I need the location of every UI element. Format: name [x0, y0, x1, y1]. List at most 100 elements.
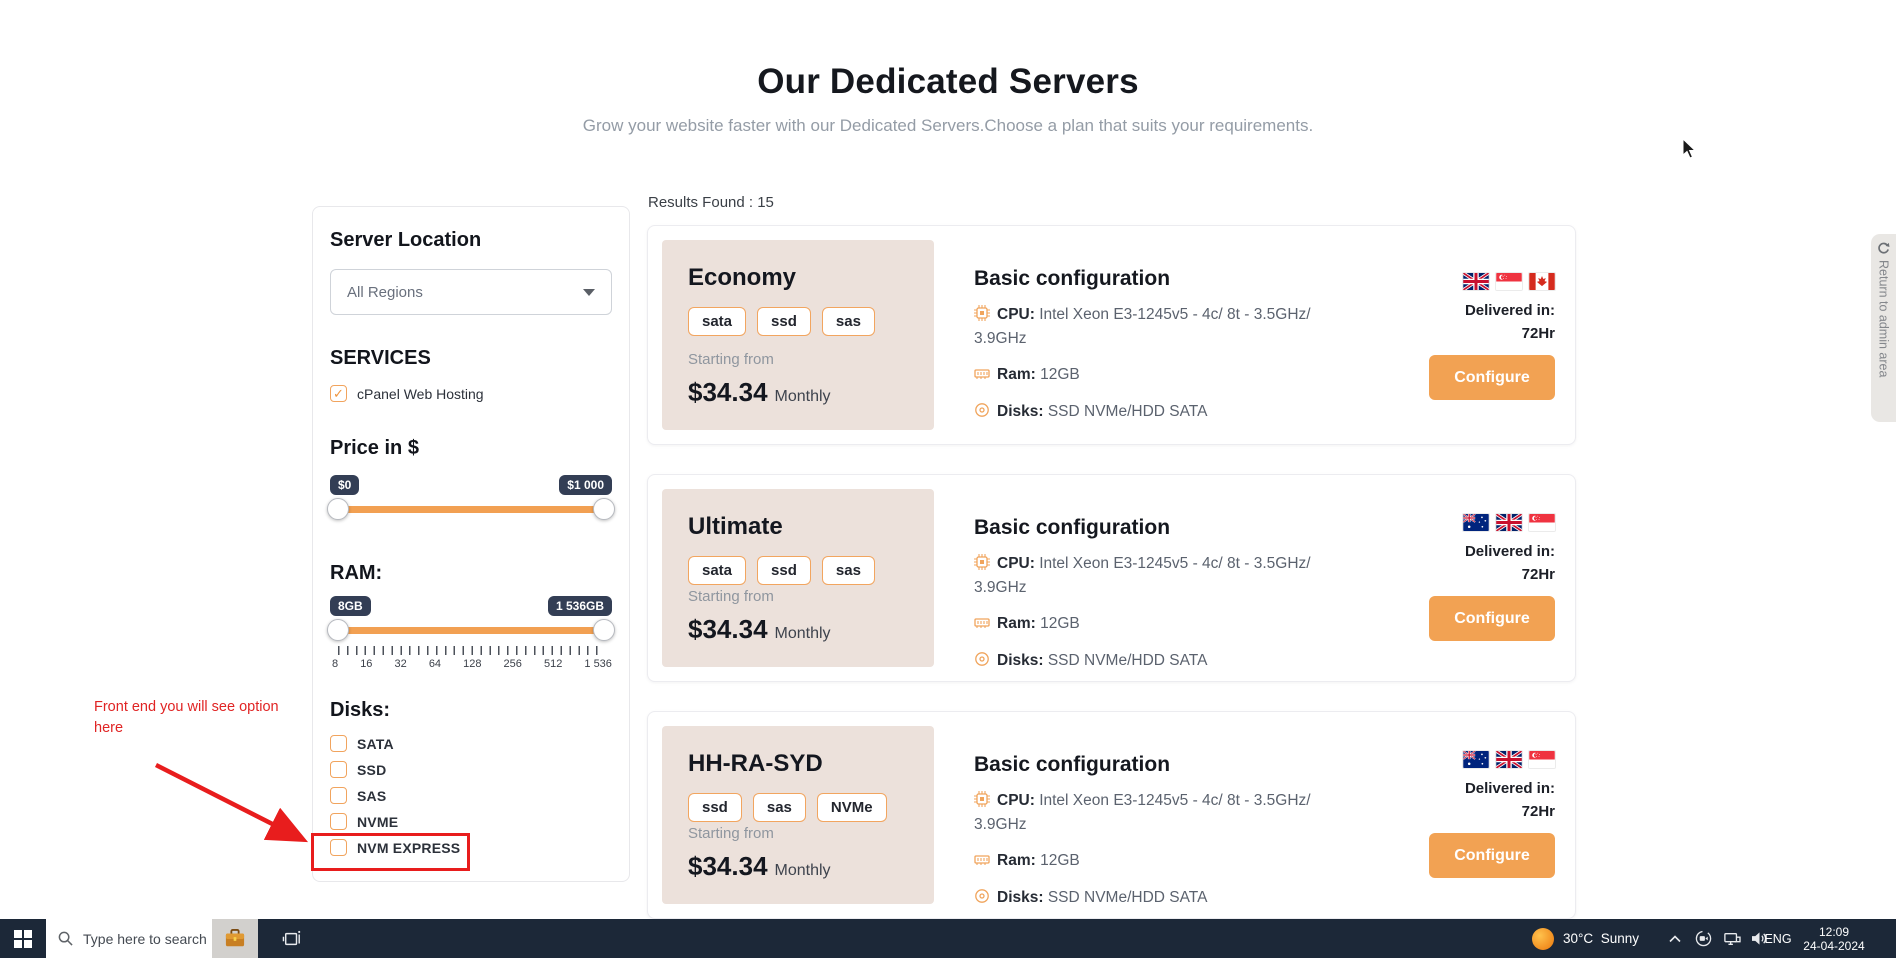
- network-icon: [1724, 932, 1741, 945]
- return-to-admin-tab[interactable]: Return to admin area: [1871, 234, 1896, 422]
- server-location-heading: Server Location: [330, 229, 482, 251]
- disks-line: Disks: SSD NVMe/HDD SATA: [974, 887, 1329, 911]
- configure-button[interactable]: Configure: [1429, 833, 1555, 878]
- disks-line: Disks: SSD NVMe/HDD SATA: [974, 650, 1329, 674]
- task-view-icon: [282, 930, 301, 945]
- start-button[interactable]: [0, 919, 46, 958]
- delivered-label: Delivered in:: [1464, 543, 1555, 560]
- cpanel-checkbox-row[interactable]: cPanel Web Hosting: [330, 385, 612, 402]
- cpu-label: CPU:: [997, 555, 1035, 572]
- tag: sas: [821, 307, 875, 336]
- ram-label: Ram:: [997, 851, 1036, 869]
- ram-tick-labels: 8 16 32 64 128 256 512 1 536: [332, 658, 612, 670]
- price-heading: Price in $: [330, 437, 419, 459]
- configure-button[interactable]: Configure: [1429, 596, 1555, 641]
- taskbar-clock[interactable]: 12:09 24-04-2024: [1796, 919, 1872, 958]
- flag-singapore-icon: [1529, 514, 1555, 531]
- sata-checkbox[interactable]: [330, 735, 347, 752]
- ssd-checkbox[interactable]: [330, 761, 347, 778]
- delivered-time: 72Hr: [1521, 803, 1555, 820]
- cpu-label: CPU:: [997, 306, 1035, 323]
- basic-configuration: Basic configuration CPU: Intel Xeon E3-1…: [974, 489, 1329, 669]
- flag-row: [1463, 273, 1555, 290]
- flag-row: [1463, 751, 1555, 768]
- mouse-cursor-icon: [1682, 138, 1697, 159]
- taskbar-weather[interactable]: 30°C Sunny: [1532, 919, 1639, 958]
- annotation-highlight-rect: [311, 833, 470, 871]
- ram-line: Ram: 12GB: [974, 613, 1329, 637]
- disks-line: Disks: SSD NVMe/HDD SATA: [974, 401, 1329, 425]
- flag-uk-icon: [1496, 751, 1522, 768]
- basic-configuration: Basic configuration CPU: Intel Xeon E3-1…: [974, 240, 1329, 430]
- plan-period: Monthly: [774, 625, 831, 642]
- task-view-button[interactable]: [272, 919, 312, 958]
- tray-expand-button[interactable]: [1663, 919, 1687, 958]
- disks-label: Disks:: [997, 652, 1044, 670]
- price-slider-handle-max[interactable]: [593, 498, 615, 520]
- disk-option-ssd[interactable]: SSD: [330, 761, 612, 778]
- ram-line: Ram: 12GB: [974, 850, 1329, 874]
- search-icon: [58, 931, 73, 946]
- page-subtitle: Grow your website faster with our Dedica…: [582, 116, 1314, 135]
- ram-slider: 8GB 1 536GB 8 16 32 64 128 256 512 1 536: [327, 596, 615, 682]
- cpanel-checkbox[interactable]: [330, 385, 347, 402]
- disk-option-sas[interactable]: SAS: [330, 787, 612, 804]
- ram-max-badge: 1 536GB: [547, 596, 612, 616]
- plan-panel: Economy sata ssd sas Starting from $34.3…: [662, 240, 934, 430]
- cpu-line: CPU: Intel Xeon E3-1245v5 - 4c/ 8t - 3.5…: [974, 553, 1329, 600]
- disk-icon: [974, 402, 990, 425]
- ram-slider-handle-max[interactable]: [593, 619, 615, 641]
- weather-condition: Sunny: [1600, 931, 1639, 946]
- sas-label: SAS: [357, 787, 387, 804]
- tray-meet-now[interactable]: [1690, 919, 1716, 958]
- starting-from-label: Starting from: [688, 588, 774, 605]
- page-title: Our Dedicated Servers: [757, 62, 1139, 101]
- region-select[interactable]: All Regions: [330, 269, 612, 315]
- ram-slider-track[interactable]: [330, 627, 612, 634]
- chevron-up-icon: [1669, 934, 1681, 942]
- disk-icon: [974, 888, 990, 911]
- delivered-time: 72Hr: [1521, 325, 1555, 342]
- ram-ruler-ticks: [338, 646, 604, 655]
- search-highlight-button[interactable]: [212, 919, 258, 958]
- config-heading: Basic configuration: [974, 267, 1171, 290]
- results-count: Results Found : 15: [648, 194, 774, 211]
- ram-tick: 16: [360, 658, 373, 670]
- cpu-label: CPU:: [997, 792, 1035, 809]
- tray-network[interactable]: [1718, 919, 1746, 958]
- price-slider-handle-min[interactable]: [327, 498, 349, 520]
- cpu-line: CPU: Intel Xeon E3-1245v5 - 4c/ 8t - 3.5…: [974, 790, 1329, 837]
- price-slider-track[interactable]: [330, 506, 612, 513]
- sun-icon: [1532, 927, 1554, 950]
- search-placeholder: Type here to search: [83, 930, 207, 947]
- ram-tick: 256: [503, 658, 522, 670]
- cpu-chip-icon: [974, 791, 990, 814]
- circular-arrow-icon: [1878, 242, 1890, 254]
- ram-min-badge: 8GB: [330, 596, 371, 616]
- tag: sas: [752, 793, 806, 822]
- tag-row: ssd sas NVMe: [688, 793, 910, 822]
- ram-tick: 1 536: [584, 658, 612, 670]
- plan-period: Monthly: [774, 388, 831, 405]
- configure-button[interactable]: Configure: [1429, 355, 1555, 400]
- language-indicator[interactable]: ENG: [1758, 919, 1798, 958]
- plan-card-ultimate: Ultimate sata ssd sas Starting from $34.…: [647, 474, 1576, 682]
- nvme-checkbox[interactable]: [330, 813, 347, 830]
- plan-price: $34.34: [688, 377, 768, 407]
- plan-panel: HH-RA-SYD ssd sas NVMe Starting from $34…: [662, 726, 934, 904]
- cpanel-checkbox-label: cPanel Web Hosting: [357, 385, 484, 402]
- disk-option-nvme[interactable]: NVME: [330, 813, 612, 830]
- ram-value: 12GB: [1040, 851, 1080, 869]
- annotation-text: Front end you will see option here: [94, 699, 279, 737]
- tag: sata: [688, 556, 747, 585]
- clock-time: 12:09: [1818, 924, 1849, 939]
- disks-heading: Disks:: [330, 699, 391, 721]
- sas-checkbox[interactable]: [330, 787, 347, 804]
- flag-australia-icon: [1463, 751, 1489, 768]
- briefcase-icon: [225, 928, 245, 946]
- ram-slider-handle-min[interactable]: [327, 619, 349, 641]
- tag-row: sata ssd sas: [688, 556, 910, 585]
- cpu-chip-icon: [974, 554, 990, 577]
- disk-option-sata[interactable]: SATA: [330, 735, 612, 752]
- tag: sas: [821, 556, 875, 585]
